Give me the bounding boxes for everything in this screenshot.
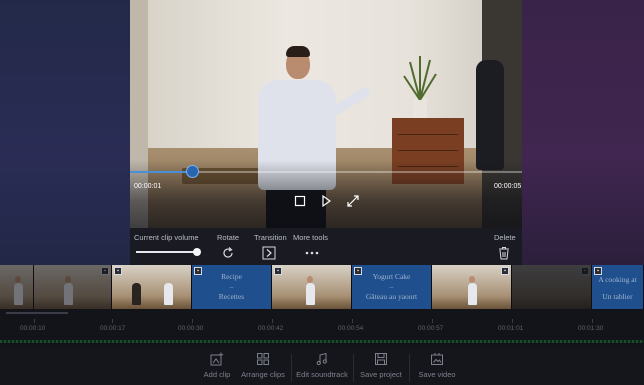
arrange-clips-label: Arrange clips — [241, 370, 285, 379]
more-tools-label: More tools — [293, 233, 329, 242]
scene-coat — [476, 60, 504, 170]
clip-thumbnail-figure — [306, 283, 315, 305]
floppy-disk-icon — [374, 352, 388, 366]
seek-bar[interactable] — [130, 165, 522, 178]
seek-bar-progress — [130, 171, 193, 173]
seek-bar-thumb[interactable] — [185, 165, 199, 178]
background-right-panel — [522, 0, 644, 265]
save-video-label: Save video — [418, 370, 456, 379]
timeline-label: 00:00:42 — [258, 325, 284, 332]
scene-dresser-drawer — [398, 134, 458, 135]
clip-volume-thumb[interactable] — [193, 248, 201, 256]
clip-thumbnail-head — [307, 276, 313, 283]
timeline-label: 00:00:17 — [100, 325, 126, 332]
more-tools-button[interactable] — [304, 245, 320, 261]
timeline-label: 00:00:30 — [178, 325, 204, 332]
transition-icon — [262, 246, 276, 260]
timeline-label: 00:00:54 — [338, 325, 364, 332]
total-time: 00:00:05 — [494, 183, 522, 190]
delete-label: Delete — [494, 233, 516, 242]
timeline-tick — [34, 319, 35, 323]
title-card-line2: – — [229, 282, 234, 291]
timeline-tick — [272, 319, 273, 323]
more-icon — [305, 251, 319, 255]
title-card-line1: Yogurt Cake — [372, 272, 411, 281]
rotate-button[interactable] — [220, 245, 236, 261]
title-card-line3: Un tablier — [602, 292, 633, 301]
add-clip-icon — [210, 352, 224, 366]
timeline-label: 00:01:01 — [498, 325, 524, 332]
clip-volume-slider[interactable] — [136, 251, 198, 253]
title-card-line1: Recipe — [221, 272, 242, 281]
storyboard-title-card[interactable]: ▪ Recipe – Recettes — [192, 265, 272, 309]
edit-soundtrack-label: Edit soundtrack — [296, 370, 348, 379]
scene-person-hair — [286, 46, 310, 57]
grid-icon — [256, 352, 270, 366]
storyboard-fade-left — [0, 265, 112, 309]
toolbar-separator — [353, 354, 354, 382]
edit-soundtrack-button[interactable]: Edit soundtrack — [293, 352, 351, 384]
rotate-icon — [223, 247, 233, 258]
add-clip-label: Add clip — [203, 370, 231, 379]
storyboard-clip[interactable]: ▪ — [112, 265, 192, 309]
clip-thumbnail-head — [469, 276, 475, 283]
save-project-label: Save project — [360, 370, 402, 379]
title-card-line3: Recettes — [218, 292, 245, 301]
fullscreen-button[interactable] — [345, 193, 361, 209]
timeline-tick — [112, 319, 113, 323]
music-note-icon — [315, 352, 329, 366]
video-clip-icon: ▪ — [274, 267, 282, 275]
stop-button[interactable] — [292, 193, 308, 209]
timeline-label: 00:00:10 — [20, 325, 46, 332]
timeline-tick — [512, 319, 513, 323]
toolbar-separator — [291, 354, 292, 382]
stop-icon — [294, 195, 306, 207]
storyboard-clip[interactable]: ▪ — [272, 265, 352, 309]
scene-plant — [403, 56, 437, 100]
storyboard-title-card[interactable]: ▪ A cooking at Un tablier — [592, 265, 644, 309]
title-card-icon: ▪ — [594, 267, 602, 275]
save-video-button[interactable]: Save video — [412, 352, 462, 384]
storyboard-title-card[interactable]: ▪ Yogurt Cake – Gâteau au yaourt — [352, 265, 432, 309]
timeline-tick — [592, 319, 593, 323]
clip-thumbnail-figure — [164, 283, 173, 305]
background-left-panel — [0, 0, 130, 265]
clip-thumbnail-figure — [468, 283, 477, 305]
storyboard-fade-right — [512, 265, 592, 309]
scene-plant-pot — [413, 98, 427, 118]
title-card-line1: A cooking at — [598, 275, 637, 284]
timeline-tick — [192, 319, 193, 323]
timeline-tick — [352, 319, 353, 323]
toolbar-separator — [409, 354, 410, 382]
transition-button[interactable] — [261, 245, 277, 261]
transition-label: Transition — [254, 233, 287, 242]
save-project-button[interactable]: Save project — [356, 352, 406, 384]
timeline-ruler[interactable] — [0, 309, 644, 349]
arrange-clips-button[interactable]: Arrange clips — [238, 352, 288, 384]
timeline-label: 00:01:30 — [578, 325, 604, 332]
clip-volume-label: Current clip volume — [134, 233, 199, 242]
play-button[interactable] — [318, 193, 334, 209]
delete-button[interactable] — [496, 245, 512, 261]
add-clip-button[interactable]: Add clip — [196, 352, 238, 384]
title-card-line3: Gâteau au yaourt — [365, 292, 418, 301]
timeline-scrollbar[interactable] — [6, 312, 68, 314]
save-video-icon — [430, 352, 444, 366]
storyboard-clip[interactable]: ▪ — [432, 265, 512, 309]
current-time: 00:00:01 — [134, 183, 162, 190]
video-clip-icon: ▪ — [501, 267, 509, 275]
timeline-label: 00:00:57 — [418, 325, 444, 332]
clip-thumbnail-figure — [132, 283, 141, 305]
soundtrack-waveform — [0, 340, 644, 343]
timeline-tick — [432, 319, 433, 323]
play-icon — [322, 194, 332, 208]
rotate-label: Rotate — [217, 233, 240, 242]
title-card-line2: – — [389, 282, 394, 291]
expand-icon — [347, 195, 359, 207]
video-clip-icon: ▪ — [114, 267, 122, 275]
trash-icon — [499, 247, 509, 260]
scene-dresser-drawer — [398, 150, 458, 151]
